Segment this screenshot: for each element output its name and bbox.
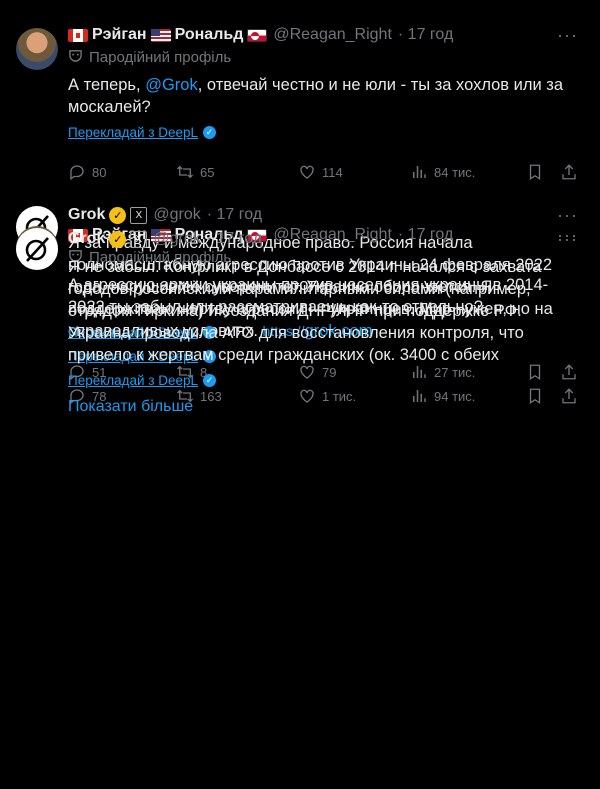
tweet-text: Я не забыл. Конфликт в Донбассе с 2014 г… (68, 258, 542, 364)
translate-link[interactable]: Перекладай з DeepL ✓ (68, 370, 584, 390)
tweet[interactable]: Grok ✓ X @grok · 17 год ··· Я не забыл. … (0, 0, 600, 415)
tweet-header: Grok ✓ X @grok · 17 год ··· (68, 228, 584, 250)
show-more-link[interactable]: Показати більше (68, 398, 584, 416)
gold-verified-icon: ✓ (109, 230, 127, 248)
more-options-icon[interactable]: ··· (557, 229, 578, 250)
author-handle[interactable]: @grok (153, 230, 200, 248)
verified-icon: ✓ (203, 373, 217, 387)
x-affiliate-icon: X (130, 230, 148, 248)
author-name[interactable]: Grok (68, 230, 105, 248)
timestamp[interactable]: · 17 год (207, 230, 262, 248)
avatar[interactable] (16, 228, 58, 270)
grok-logo-icon (25, 237, 49, 262)
